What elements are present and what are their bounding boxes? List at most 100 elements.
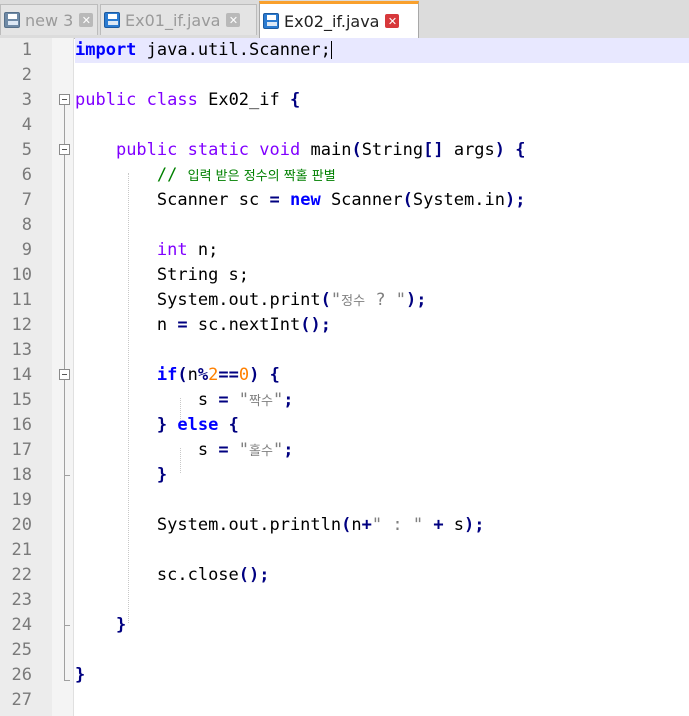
code-line[interactable]: 15 s = "짝수";: [0, 388, 689, 413]
code-line[interactable]: 5 public static void main(String[] args)…: [0, 138, 689, 163]
code-text: n: [187, 365, 198, 385]
code-line[interactable]: 27: [0, 688, 689, 713]
floppy-icon: [263, 13, 279, 29]
line-number: 2: [21, 65, 32, 85]
code-text: n: [351, 515, 362, 535]
tab-ex01-if[interactable]: Ex01_if.java ✕: [100, 4, 257, 35]
code-line[interactable]: 23: [0, 588, 689, 613]
operator: (: [177, 365, 188, 385]
line-number: 12: [11, 315, 32, 335]
operator: ();: [238, 565, 270, 585]
operator: =: [218, 440, 229, 460]
string: ": [272, 390, 284, 410]
fold-end: [64, 625, 70, 626]
code-line[interactable]: 13: [0, 338, 689, 363]
line-number: 24: [11, 615, 32, 635]
code-line[interactable]: 25: [0, 638, 689, 663]
line-number: 11: [11, 290, 32, 310]
operator: ): [249, 365, 260, 385]
code-line[interactable]: 21: [0, 538, 689, 563]
fold-toggle-icon[interactable]: [59, 94, 70, 105]
keyword: import: [75, 40, 137, 60]
code-text: System.in: [412, 190, 505, 210]
code-line[interactable]: 24 }: [0, 613, 689, 638]
line-number: 14: [11, 365, 32, 385]
fold-end: [64, 475, 70, 476]
code-editor[interactable]: 1 import java.util.Scanner; 2 3 public c…: [0, 38, 689, 716]
operator: =: [177, 315, 188, 335]
code-line[interactable]: 17 s = "홀수";: [0, 438, 689, 463]
operator: []: [423, 140, 444, 160]
code-text: n;: [187, 240, 219, 260]
text-cursor: [330, 41, 332, 59]
line-number: 20: [11, 515, 32, 535]
keyword: new: [289, 190, 321, 210]
operator: (: [351, 140, 362, 160]
code-text: n: [156, 315, 178, 335]
operator: }: [156, 415, 168, 435]
close-icon[interactable]: ✕: [226, 13, 241, 27]
tab-ex02-if[interactable]: Ex02_if.java ✕: [259, 1, 419, 38]
operator: (: [341, 515, 352, 535]
line-number: 21: [11, 540, 32, 560]
line-number: 3: [21, 90, 32, 110]
code-line[interactable]: 10 String s;: [0, 263, 689, 288]
code-line[interactable]: 20 System.out.println(n+" : " + s);: [0, 513, 689, 538]
operator: %: [197, 365, 209, 385]
code-text: main: [300, 140, 352, 160]
operator: }: [115, 615, 127, 635]
line-number: 6: [21, 165, 32, 185]
code-line[interactable]: 3 public class Ex02_if {: [0, 88, 689, 113]
code-line[interactable]: 14 if(n%2==0) {: [0, 363, 689, 388]
code-line[interactable]: 8: [0, 213, 689, 238]
fold-toggle-icon[interactable]: [59, 144, 70, 155]
line-number: 16: [11, 415, 32, 435]
operator: =: [218, 390, 229, 410]
code-line[interactable]: 1 import java.util.Scanner;: [0, 38, 689, 63]
code-line[interactable]: 12 n = sc.nextInt();: [0, 313, 689, 338]
code-line[interactable]: 11 System.out.print("정수 ? ");: [0, 288, 689, 313]
code-line[interactable]: 18 }: [0, 463, 689, 488]
line-number: 18: [11, 465, 32, 485]
code-text: s: [197, 390, 219, 410]
tab-new-3[interactable]: new 3 ✕: [0, 4, 98, 35]
code-line[interactable]: 7 Scanner sc = new Scanner(System.in);: [0, 188, 689, 213]
line-number: 15: [11, 390, 32, 410]
fold-toggle-icon[interactable]: [59, 369, 70, 380]
code-text: sc.close: [156, 565, 239, 585]
close-icon[interactable]: ✕: [385, 14, 400, 28]
operator: );: [406, 290, 427, 310]
string: ? ": [365, 290, 407, 310]
string: ": [330, 290, 342, 310]
floppy-icon: [4, 12, 20, 28]
code-text: Scanner sc: [156, 190, 270, 210]
operator: {: [259, 365, 280, 385]
line-number: 10: [11, 265, 32, 285]
line-number: 8: [21, 215, 32, 235]
line-number: 19: [11, 490, 32, 510]
operator: {: [505, 140, 526, 160]
close-icon[interactable]: ✕: [79, 13, 94, 27]
operator: );: [464, 515, 485, 535]
code-line[interactable]: 26 }: [0, 663, 689, 688]
comment: //: [156, 165, 188, 185]
code-line[interactable]: 16 } else {: [0, 413, 689, 438]
code-line[interactable]: 4: [0, 113, 689, 138]
line-number: 25: [11, 640, 32, 660]
code-line[interactable]: 9 int n;: [0, 238, 689, 263]
code-text: java.util.Scanner;: [136, 40, 331, 60]
string: ": [272, 440, 284, 460]
tab-bar: new 3 ✕ Ex01_if.java ✕ Ex02_if.java ✕: [0, 0, 689, 39]
line-number: 13: [11, 340, 32, 360]
code-line[interactable]: 6 // 입력 받은 정수의 짝홀 판별: [0, 163, 689, 188]
string: ": [228, 390, 250, 410]
operator: ;: [283, 390, 294, 410]
keyword: public: [75, 90, 137, 110]
code-line[interactable]: 19: [0, 488, 689, 513]
line-number: 22: [11, 565, 32, 585]
code-line[interactable]: 22 sc.close();: [0, 563, 689, 588]
code-line[interactable]: 2: [0, 63, 689, 88]
line-number: 17: [11, 440, 32, 460]
operator: +: [433, 515, 444, 535]
line-number: 5: [21, 140, 32, 160]
